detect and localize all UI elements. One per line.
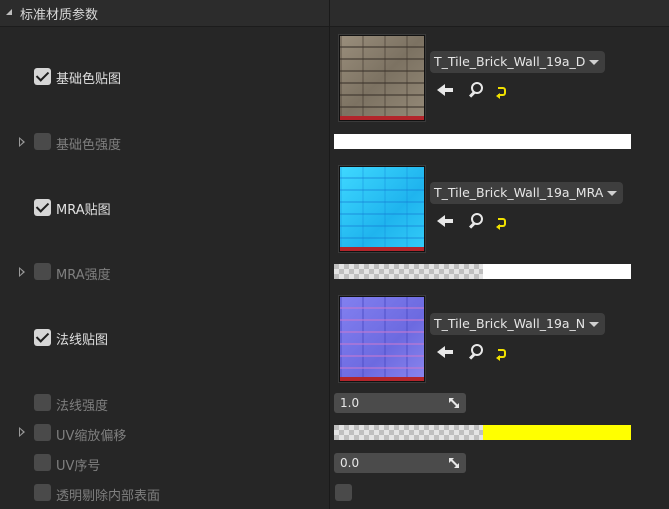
- alpha-checker: [334, 264, 483, 279]
- normal-map-checkbox[interactable]: [34, 329, 51, 346]
- normal-texture-dropdown[interactable]: T_Tile_Brick_Wall_19a_N: [430, 313, 606, 335]
- section-header[interactable]: 标准材质参数: [0, 0, 669, 27]
- drag-resize-icon[interactable]: [449, 398, 459, 408]
- section-title: 标准材质参数: [20, 8, 99, 23]
- normal-strength-value: 1.0: [340, 396, 360, 410]
- base-color-map-checkbox[interactable]: [34, 68, 51, 85]
- normal-strength-input[interactable]: 1.0: [334, 393, 466, 413]
- masked-opacity-checkbox[interactable]: [34, 484, 51, 501]
- base-color-texture-thumbnail[interactable]: [339, 35, 425, 121]
- expand-arrow-icon[interactable]: [19, 267, 25, 277]
- mra-strength-checkbox[interactable]: [34, 263, 51, 280]
- uv-index-label: UV序号: [56, 459, 101, 474]
- base-color-strength-label: 基础色强度: [56, 138, 122, 153]
- mra-texture-thumbnail[interactable]: [339, 166, 425, 252]
- base-color-strength-color-swatch[interactable]: [334, 134, 631, 149]
- expand-arrow-icon[interactable]: [19, 427, 25, 437]
- texture-type-bar: [340, 116, 424, 120]
- normal-strength-checkbox[interactable]: [34, 394, 51, 411]
- uv-index-input[interactable]: 0.0: [334, 453, 466, 473]
- mra-map-checkbox[interactable]: [34, 199, 51, 216]
- base-color-map-label: 基础色贴图: [56, 72, 122, 87]
- search-icon[interactable]: [467, 212, 485, 230]
- mra-strength-label: MRA强度: [56, 268, 111, 283]
- uv-index-value: 0.0: [340, 456, 360, 470]
- expand-arrow-icon[interactable]: [19, 137, 25, 147]
- base-color-texture-name: T_Tile_Brick_Wall_19a_D: [434, 54, 586, 69]
- normal-strength-label: 法线强度: [56, 399, 109, 414]
- texture-type-bar: [340, 247, 424, 251]
- base-color-strength-checkbox[interactable]: [34, 133, 51, 150]
- arrow-left-icon[interactable]: [436, 343, 454, 361]
- drag-resize-icon[interactable]: [449, 458, 459, 468]
- normal-texture-thumbnail[interactable]: [339, 296, 425, 382]
- uv-scale-offset-label: UV缩放偏移: [56, 429, 127, 444]
- chevron-down-icon: [589, 60, 600, 65]
- uv-scale-offset-checkbox[interactable]: [34, 424, 51, 441]
- mra-strength-color-swatch[interactable]: [334, 264, 631, 279]
- search-icon[interactable]: [467, 81, 485, 99]
- column-divider[interactable]: [329, 0, 330, 509]
- alpha-checker: [334, 425, 483, 440]
- collapse-triangle-icon[interactable]: [6, 9, 12, 15]
- normal-texture-name: T_Tile_Brick_Wall_19a_N: [434, 316, 586, 331]
- arrow-left-icon[interactable]: [436, 212, 454, 230]
- reset-to-default-icon[interactable]: [495, 84, 509, 99]
- material-parameters-panel: 标准材质参数 基础色贴图 T_Tile_Brick_Wall_19a_D 基础色…: [0, 0, 669, 509]
- arrow-left-icon[interactable]: [436, 81, 454, 99]
- mra-texture-dropdown[interactable]: T_Tile_Brick_Wall_19a_MRA: [430, 182, 624, 204]
- mra-texture-name: T_Tile_Brick_Wall_19a_MRA: [434, 185, 604, 200]
- masked-opacity-label: 透明剔除内部表面: [56, 489, 161, 504]
- reset-to-default-icon[interactable]: [495, 346, 509, 361]
- masked-opacity-value-checkbox[interactable]: [335, 484, 352, 501]
- chevron-down-icon: [589, 322, 600, 327]
- normal-map-label: 法线贴图: [56, 333, 109, 348]
- uv-scale-offset-color-swatch[interactable]: [334, 425, 631, 440]
- uv-index-checkbox[interactable]: [34, 454, 51, 471]
- mra-map-label: MRA贴图: [56, 203, 111, 218]
- search-icon[interactable]: [467, 343, 485, 361]
- base-color-texture-dropdown[interactable]: T_Tile_Brick_Wall_19a_D: [430, 51, 606, 73]
- chevron-down-icon: [607, 191, 618, 196]
- texture-type-bar: [340, 377, 424, 381]
- reset-to-default-icon[interactable]: [495, 215, 509, 230]
